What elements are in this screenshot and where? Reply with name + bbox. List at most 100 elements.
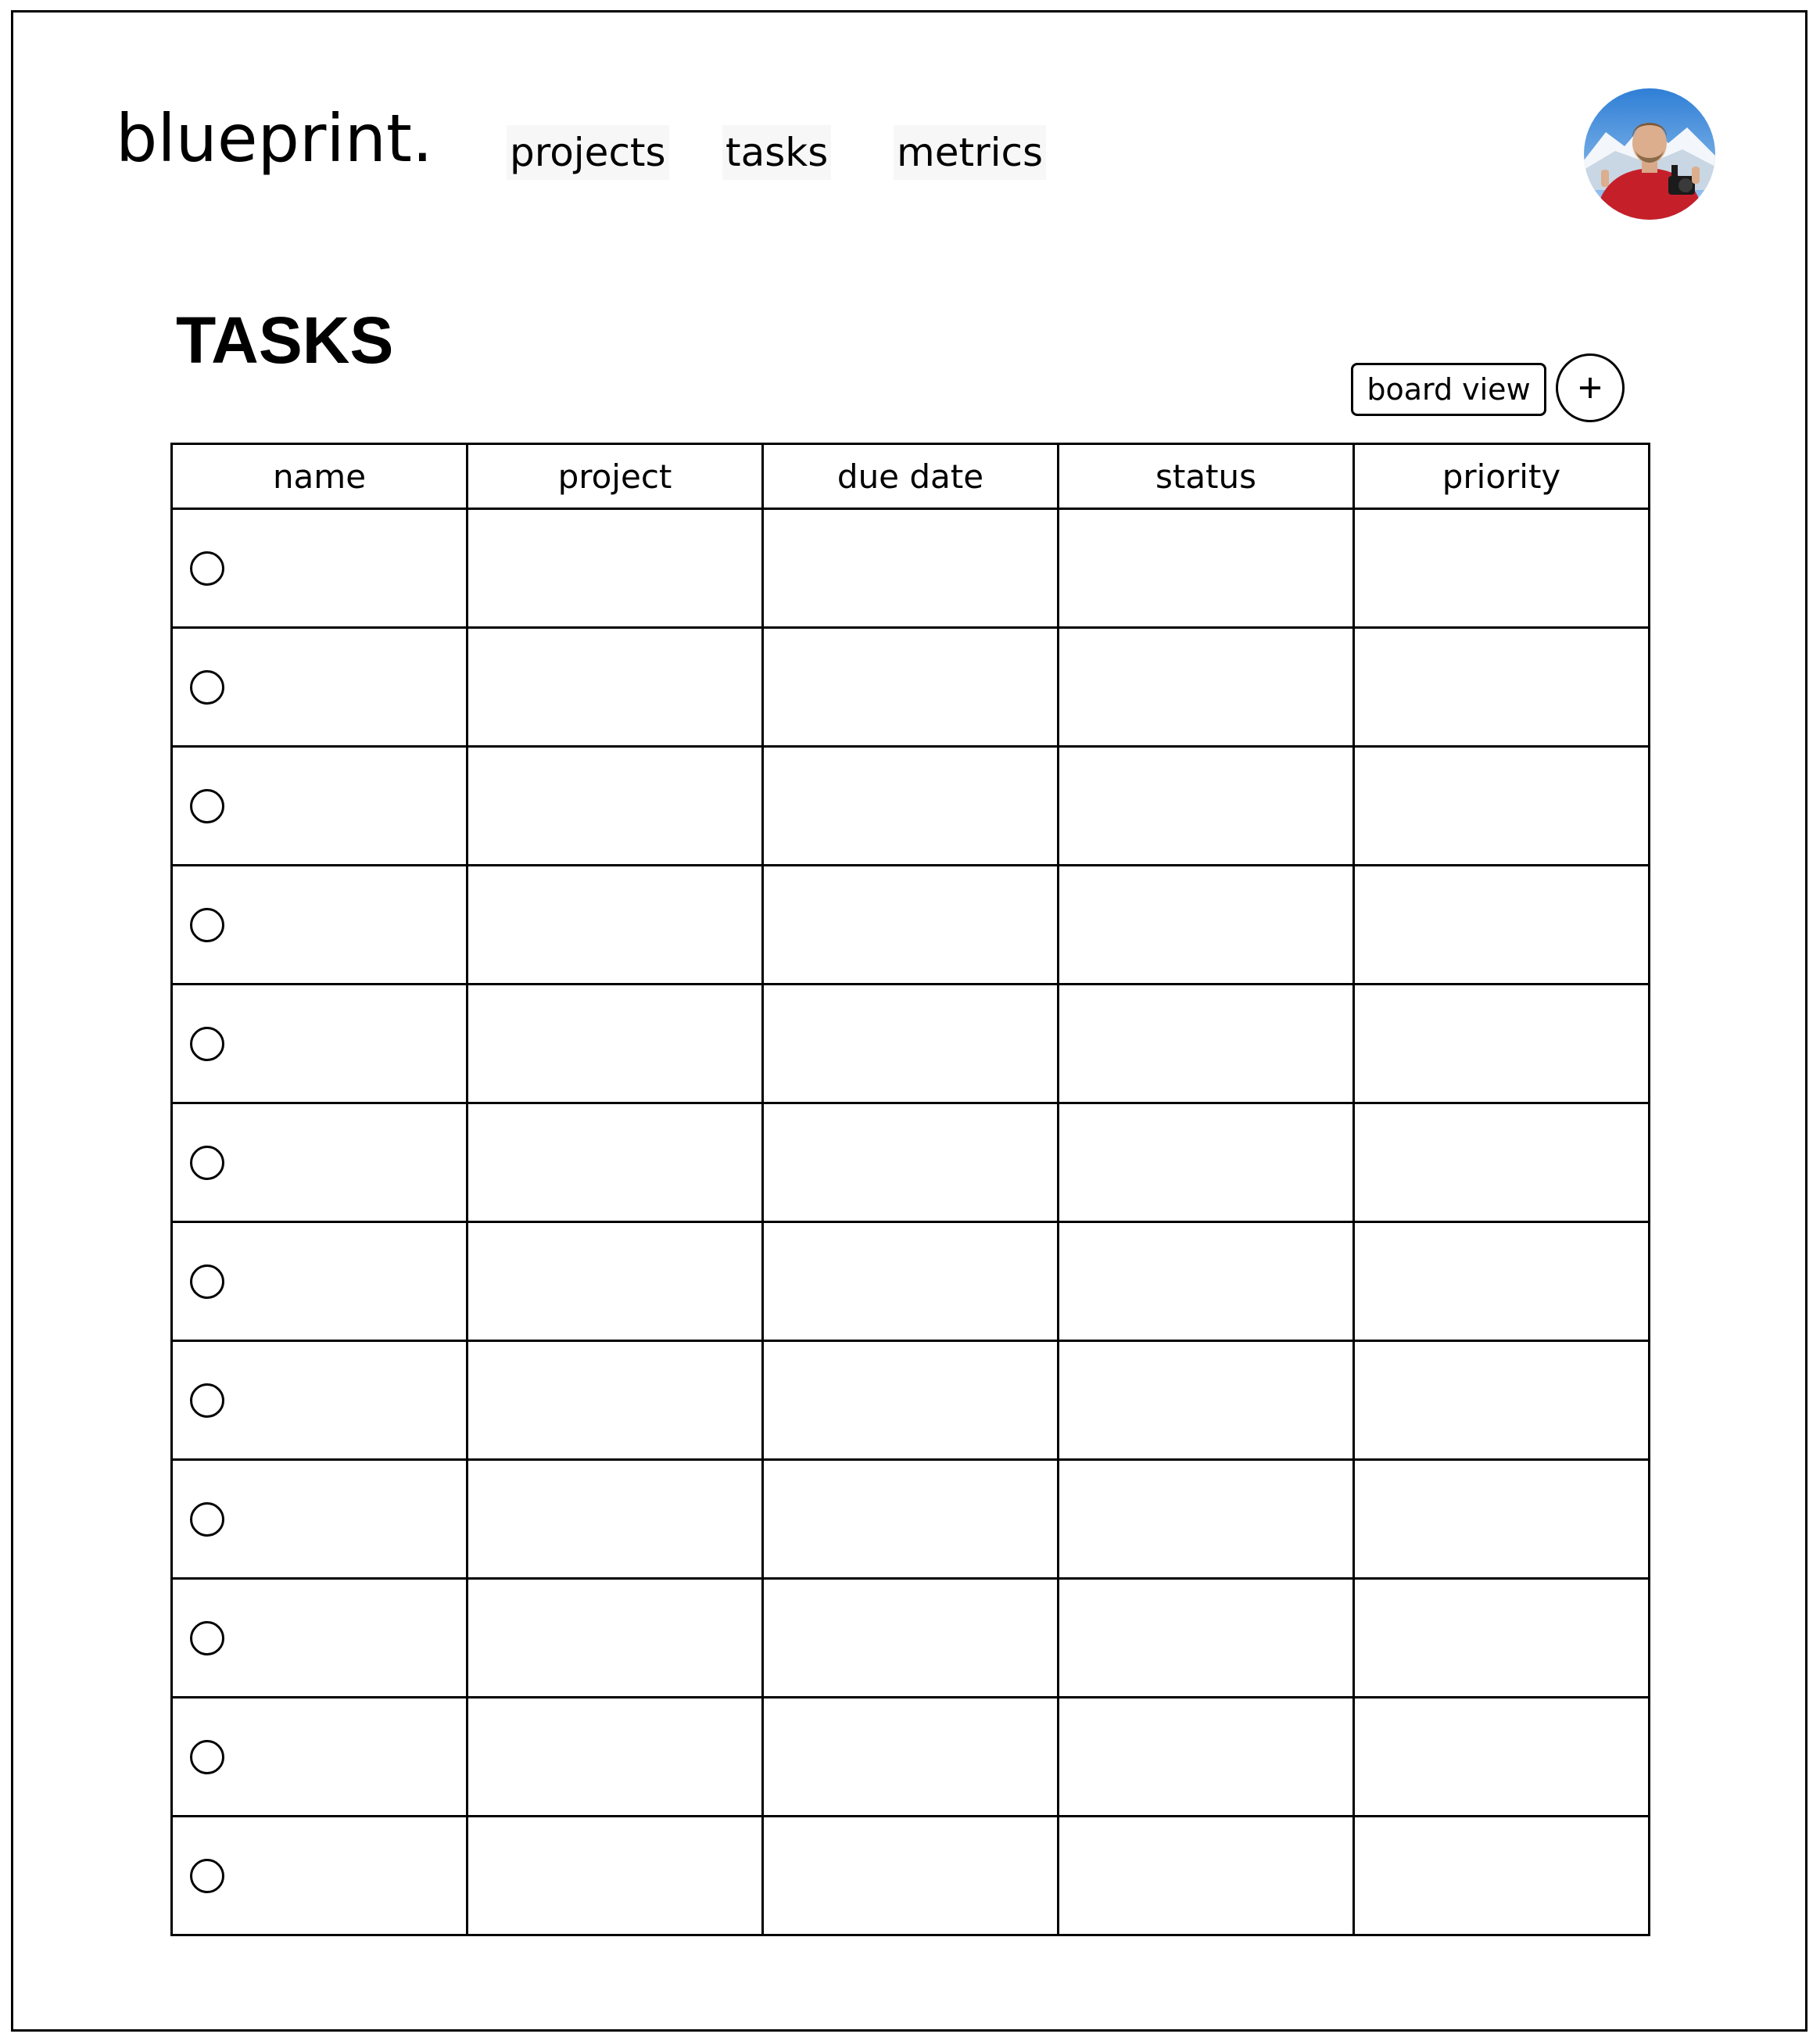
cell-status[interactable] xyxy=(1057,626,1355,748)
cell-project[interactable] xyxy=(466,1340,764,1461)
cell-name[interactable] xyxy=(170,1815,468,1936)
cell-priority[interactable] xyxy=(1352,983,1650,1104)
cell-project[interactable] xyxy=(466,1221,764,1342)
cell-project[interactable] xyxy=(466,1102,764,1223)
column-header-status[interactable]: status xyxy=(1057,443,1355,510)
cell-status[interactable] xyxy=(1057,745,1355,866)
cell-project[interactable] xyxy=(466,983,764,1104)
task-checkbox[interactable] xyxy=(190,1383,224,1418)
table-row[interactable] xyxy=(170,508,1650,629)
table-row[interactable] xyxy=(170,626,1650,748)
task-checkbox[interactable] xyxy=(190,1501,224,1537)
cell-status[interactable] xyxy=(1057,983,1355,1104)
cell-priority[interactable] xyxy=(1352,1102,1650,1223)
nav-item-metrics[interactable]: metrics xyxy=(894,125,1047,180)
table-row[interactable] xyxy=(170,1340,1650,1461)
cell-priority[interactable] xyxy=(1352,1696,1650,1817)
cell-project[interactable] xyxy=(466,1815,764,1936)
cell-due-date[interactable] xyxy=(761,864,1059,985)
cell-status[interactable] xyxy=(1057,864,1355,985)
table-row[interactable] xyxy=(170,1577,1650,1698)
cell-priority[interactable] xyxy=(1352,626,1650,748)
cell-priority[interactable] xyxy=(1352,1577,1650,1698)
cell-due-date[interactable] xyxy=(761,508,1059,629)
cell-project[interactable] xyxy=(466,864,764,985)
table-header-row: name project due date status priority xyxy=(170,443,1650,510)
user-avatar[interactable] xyxy=(1584,88,1715,220)
cell-status[interactable] xyxy=(1057,1458,1355,1580)
cell-name[interactable] xyxy=(170,1221,468,1342)
cell-name[interactable] xyxy=(170,1102,468,1223)
add-task-button[interactable] xyxy=(1556,353,1625,422)
cell-due-date[interactable] xyxy=(761,1815,1059,1936)
board-view-button[interactable]: board view xyxy=(1351,363,1546,416)
table-row[interactable] xyxy=(170,1815,1650,1936)
cell-status[interactable] xyxy=(1057,1102,1355,1223)
cell-project[interactable] xyxy=(466,626,764,748)
cell-priority[interactable] xyxy=(1352,864,1650,985)
cell-due-date[interactable] xyxy=(761,1102,1059,1223)
table-row[interactable] xyxy=(170,1696,1650,1817)
nav-item-tasks[interactable]: tasks xyxy=(722,125,832,180)
cell-status[interactable] xyxy=(1057,1815,1355,1936)
cell-name[interactable] xyxy=(170,1577,468,1698)
cell-due-date[interactable] xyxy=(761,1577,1059,1698)
task-checkbox[interactable] xyxy=(190,669,224,705)
cell-status[interactable] xyxy=(1057,508,1355,629)
task-checkbox[interactable] xyxy=(190,1858,224,1893)
table-row[interactable] xyxy=(170,983,1650,1104)
cell-due-date[interactable] xyxy=(761,1458,1059,1580)
cell-due-date[interactable] xyxy=(761,626,1059,748)
cell-status[interactable] xyxy=(1057,1696,1355,1817)
cell-name[interactable] xyxy=(170,1458,468,1580)
table-row[interactable] xyxy=(170,745,1650,866)
cell-priority[interactable] xyxy=(1352,1340,1650,1461)
cell-due-date[interactable] xyxy=(761,1340,1059,1461)
cell-priority[interactable] xyxy=(1352,1815,1650,1936)
task-checkbox[interactable] xyxy=(190,788,224,823)
column-header-priority[interactable]: priority xyxy=(1352,443,1650,510)
cell-due-date[interactable] xyxy=(761,745,1059,866)
task-checkbox[interactable] xyxy=(190,1026,224,1061)
avatar-photo xyxy=(1584,88,1715,220)
task-checkbox[interactable] xyxy=(190,551,224,586)
cell-priority[interactable] xyxy=(1352,1458,1650,1580)
cell-status[interactable] xyxy=(1057,1577,1355,1698)
task-checkbox[interactable] xyxy=(190,1145,224,1180)
cell-due-date[interactable] xyxy=(761,983,1059,1104)
cell-project[interactable] xyxy=(466,745,764,866)
cell-project[interactable] xyxy=(466,1458,764,1580)
cell-priority[interactable] xyxy=(1352,745,1650,866)
cell-name[interactable] xyxy=(170,1696,468,1817)
cell-due-date[interactable] xyxy=(761,1221,1059,1342)
column-header-name[interactable]: name xyxy=(170,443,468,510)
cell-status[interactable] xyxy=(1057,1340,1355,1461)
cell-priority[interactable] xyxy=(1352,1221,1650,1342)
cell-project[interactable] xyxy=(466,508,764,629)
cell-project[interactable] xyxy=(466,1577,764,1698)
cell-name[interactable] xyxy=(170,983,468,1104)
cell-project[interactable] xyxy=(466,1696,764,1817)
nav-item-projects[interactable]: projects xyxy=(507,125,669,180)
page-title: TASKS xyxy=(176,303,394,377)
cell-name[interactable] xyxy=(170,745,468,866)
table-row[interactable] xyxy=(170,1458,1650,1580)
table-row[interactable] xyxy=(170,1102,1650,1223)
task-checkbox[interactable] xyxy=(190,1739,224,1774)
cell-name[interactable] xyxy=(170,1340,468,1461)
column-header-due-date[interactable]: due date xyxy=(761,443,1059,510)
task-checkbox[interactable] xyxy=(190,1620,224,1655)
cell-status[interactable] xyxy=(1057,1221,1355,1342)
cell-name[interactable] xyxy=(170,864,468,985)
cell-name[interactable] xyxy=(170,626,468,748)
cell-due-date[interactable] xyxy=(761,1696,1059,1817)
table-body xyxy=(170,508,1650,1936)
cell-name[interactable] xyxy=(170,508,468,629)
table-row[interactable] xyxy=(170,864,1650,985)
column-header-project[interactable]: project xyxy=(466,443,764,510)
table-row[interactable] xyxy=(170,1221,1650,1342)
task-checkbox[interactable] xyxy=(190,1264,224,1299)
task-checkbox[interactable] xyxy=(190,907,224,942)
cell-priority[interactable] xyxy=(1352,508,1650,629)
top-nav: projects tasks metrics xyxy=(0,125,1820,180)
